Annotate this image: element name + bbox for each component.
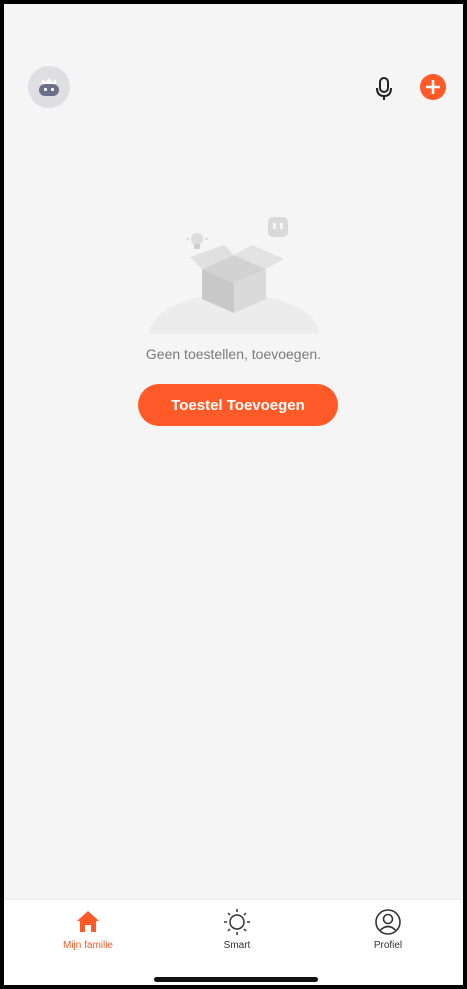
tab-label: Mijn familie <box>62 940 113 951</box>
add-button[interactable] <box>420 74 446 100</box>
microphone-button[interactable] <box>372 76 396 102</box>
user-circle-icon <box>375 909 401 935</box>
tab-mijn-familie[interactable]: Mijn familie <box>38 908 138 960</box>
robot-avatar-icon <box>39 78 59 96</box>
tab-smart[interactable]: Smart <box>187 908 287 960</box>
tab-label: Profiel <box>373 940 403 951</box>
home-icon <box>77 911 99 932</box>
app-screen: Geen toestellen, toevoegen. Toestel Toev… <box>4 4 463 985</box>
empty-state-message: Geen toestellen, toevoegen. <box>145 346 322 362</box>
plus-icon <box>426 80 440 94</box>
sun-icon <box>224 909 250 935</box>
avatar[interactable] <box>28 66 70 108</box>
status-bar <box>4 4 463 64</box>
home-indicator <box>154 977 318 982</box>
microphone-icon <box>376 77 392 100</box>
tab-bar: Mijn familie Smart Profiel <box>4 899 463 985</box>
tab-label: Smart <box>223 940 251 951</box>
empty-box-illustration <box>134 209 334 374</box>
add-device-button[interactable]: Toestel Toevoegen <box>138 384 338 426</box>
tab-profiel[interactable]: Profiel <box>338 908 438 960</box>
